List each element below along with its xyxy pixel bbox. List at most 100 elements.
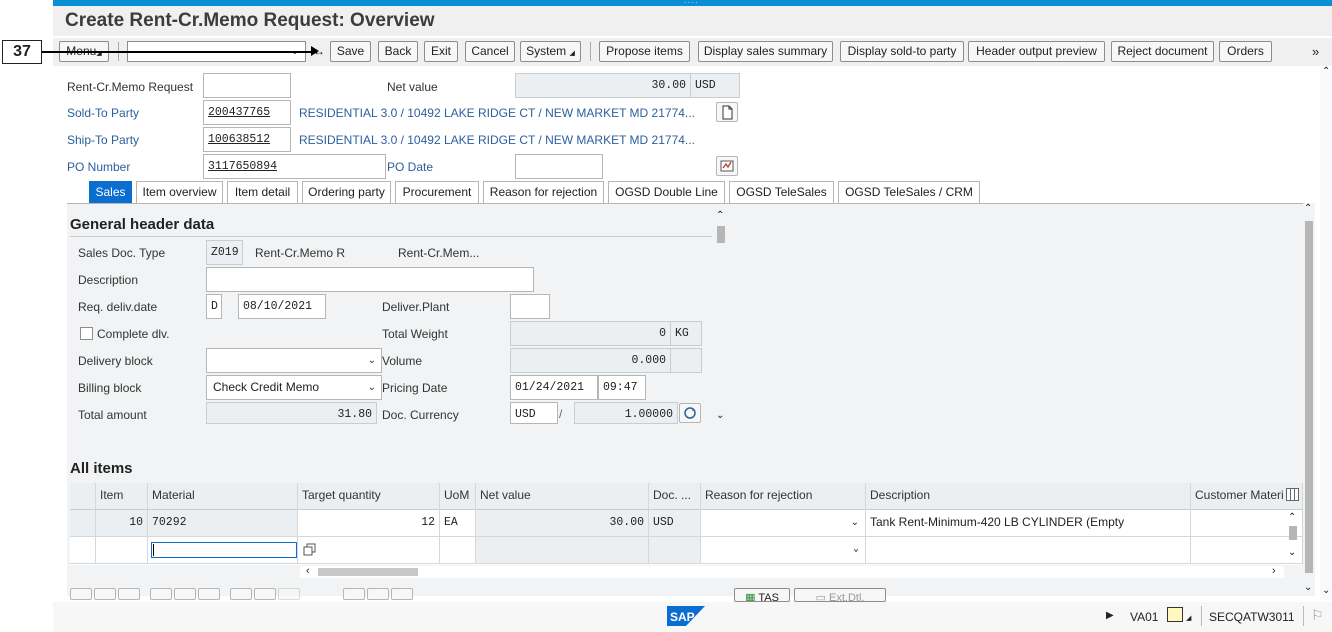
partner-icon[interactable] [367,588,389,600]
scroll-down-icon[interactable]: ⌄ [716,410,724,421]
select-block-icon[interactable] [174,588,196,600]
cell-uom[interactable] [440,537,476,564]
sold-to-field[interactable]: 200437765 [203,100,291,125]
ship-to-label[interactable]: Ship-To Party [67,133,139,147]
description-field[interactable] [206,267,534,292]
cell-description[interactable] [866,537,1191,564]
column-header-target-quantity[interactable]: Target quantity [298,483,440,510]
pricing-date-field[interactable]: 01/24/2021 [510,375,598,400]
row-selector-header[interactable] [70,483,96,510]
cell-target-quantity[interactable]: 12 [298,510,440,537]
refresh-icon[interactable] [679,403,701,423]
orders-button[interactable]: Orders [1219,41,1272,62]
availability-icon[interactable] [254,588,276,600]
cell-reason-dropdown[interactable]: ⌄ [701,510,866,537]
flag-icon[interactable]: ⚐ [1311,607,1324,624]
tab-sales[interactable]: Sales [89,181,132,203]
tas-button[interactable]: ▦ TAS [734,588,790,602]
sold-to-label[interactable]: Sold-To Party [67,106,139,120]
display-sales-summary-button[interactable]: Display sales summary [698,41,833,62]
deliver-plant-field[interactable] [510,294,550,319]
pricing-icon[interactable] [230,588,252,600]
page-scroll-down-icon[interactable]: ⌄ [1322,585,1330,596]
table-scroll-up-icon[interactable]: ⌃ [1288,512,1296,523]
pricing-time-field[interactable]: 09:47 [598,375,646,400]
status-expand-icon[interactable]: ▶ [1106,610,1114,621]
cell-description[interactable]: Tank Rent-Minimum-420 LB CYLINDER (Empty [866,510,1191,537]
tab-ordering-party[interactable]: Ordering party [302,181,391,203]
display-sold-to-party-button[interactable]: Display sold-to party [840,41,964,62]
schedule-lines-icon[interactable] [343,588,365,600]
po-number-field[interactable]: 3117650894 [203,154,386,179]
save-button[interactable]: Save [330,41,371,62]
req-deliv-date-field[interactable]: 08/10/2021 [238,294,326,319]
tab-item-overview[interactable]: Item overview [136,181,223,203]
complete-dlv-checkbox[interactable] [80,327,93,340]
cell-reason-dropdown[interactable]: ⌄ [701,537,866,564]
column-header-doc-currency[interactable]: Doc. ... [649,483,701,510]
panel-scroll-up-icon[interactable]: ⌃ [1304,203,1312,214]
cell-uom[interactable]: EA [440,510,476,537]
table-scroll-down-icon[interactable]: ⌄ [1288,547,1296,558]
select-all-icon[interactable] [150,588,172,600]
delete-row-icon[interactable] [70,588,92,600]
column-header-net-value[interactable]: Net value [476,483,649,510]
req-deliv-unit-field[interactable]: D [206,294,222,319]
signature-icon[interactable] [716,156,738,176]
document-icon[interactable] [716,102,738,122]
ship-to-field[interactable]: 100638512 [203,127,291,152]
cancel-button[interactable]: Cancel [465,41,515,62]
table-vscroll-thumb[interactable] [1289,526,1297,540]
cell-item[interactable] [96,537,148,564]
insert-row-icon[interactable] [94,588,116,600]
general-scroll-thumb[interactable] [717,226,725,243]
row-selector[interactable] [70,510,96,537]
page-scrollbar[interactable] [1320,70,1332,600]
billing-block-dropdown[interactable]: Check Credit Memo ⌄ [206,375,382,400]
deselect-all-icon[interactable] [198,588,220,600]
tab-ogsd-double-line[interactable]: OGSD Double Line [608,181,725,203]
back-button[interactable]: Back [378,41,418,62]
request-number-field[interactable] [203,73,291,98]
reject-document-button[interactable]: Reject document [1111,41,1214,62]
header-output-preview-button[interactable]: Header output preview [968,41,1105,62]
tab-procurement[interactable]: Procurement [395,181,479,203]
column-header-reason-for-rejection[interactable]: Reason for rejection [701,483,866,510]
panel-scroll-down-icon[interactable]: ⌄ [1304,582,1312,593]
tab-reason-for-rejection[interactable]: Reason for rejection [483,181,604,203]
tab-item-detail[interactable]: Item detail [227,181,298,203]
more-overflow-icon[interactable]: » [1312,44,1319,59]
tab-ogsd-telesales[interactable]: OGSD TeleSales [729,181,834,203]
scroll-left-icon[interactable]: ‹ [306,565,310,577]
cell-material[interactable] [148,537,298,564]
page-scroll-up-icon[interactable]: ⌃ [1322,66,1330,77]
scroll-up-icon[interactable]: ⌃ [716,210,724,221]
texts-icon[interactable] [391,588,413,600]
column-header-item[interactable]: Item [96,483,148,510]
scroll-right-icon[interactable]: › [1272,565,1276,577]
table-settings-icon[interactable] [1286,488,1299,501]
tab-ogsd-telesales-crm[interactable]: OGSD TeleSales / CRM [838,181,980,203]
cell-customer-material[interactable] [1191,510,1303,537]
delivery-block-dropdown[interactable]: ⌄ [206,348,382,373]
session-dropdown-icon[interactable]: ◢ [1186,614,1191,622]
cell-customer-material[interactable] [1191,537,1303,564]
system-button[interactable]: System ◢ [520,41,581,62]
ext-dtl-button[interactable]: ▭ Ext.Dtl. [794,588,886,602]
column-header-material[interactable]: Material [148,483,298,510]
table-hscroll-thumb[interactable] [318,568,418,576]
configuration-icon[interactable] [278,588,300,600]
po-date-field[interactable] [515,154,603,179]
row-selector[interactable] [70,537,96,564]
cell-material[interactable]: 70292 [148,510,298,537]
cell-target-quantity[interactable] [298,537,440,564]
propose-items-button[interactable]: Propose items [599,41,690,62]
column-header-uom[interactable]: UoM [440,483,476,510]
remove-row-icon[interactable] [118,588,140,600]
doc-currency-field[interactable]: USD [510,402,558,424]
panel-scroll-thumb[interactable] [1305,221,1313,573]
po-number-label[interactable]: PO Number [67,160,130,174]
column-header-description[interactable]: Description [866,483,1191,510]
session-info-icon[interactable] [1167,607,1183,622]
table-hscrollbar[interactable] [300,566,1284,578]
